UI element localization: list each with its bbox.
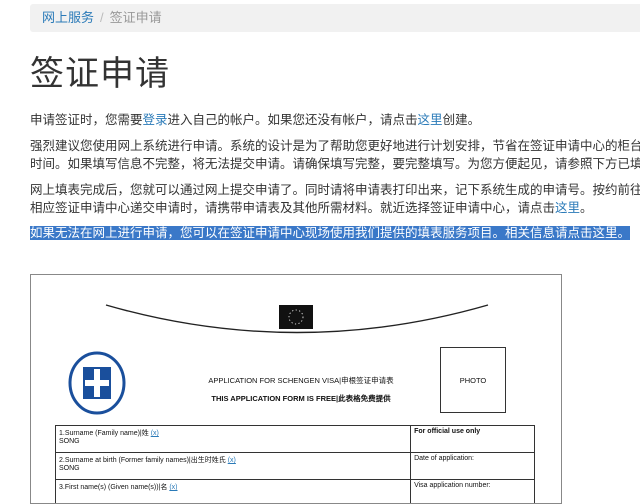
breadcrumb-current: 签证申请 (110, 10, 162, 25)
form-field-help-link[interactable]: (x) (228, 457, 236, 464)
create-account-link[interactable]: 这里 (418, 113, 443, 127)
form-field-label: 3.First name(s) (Given name(s))|名 (59, 484, 167, 491)
form-official-cell: Visa application number: (411, 480, 535, 504)
form-field-cell: 3.First name(s) (Given name(s))|名 (x) (56, 480, 411, 504)
page-title: 签证申请 (30, 46, 170, 95)
submission-text: 网上填表完成后，您就可以通过网上提交申请了。同时请将申请表打印出来，记下系统生成… (30, 183, 640, 215)
form-template-preview[interactable]: APPLICATION FOR SCHENGEN VISA|申根签证申请表 TH… (30, 274, 562, 504)
intro-text-after: 创建。 (443, 113, 481, 127)
form-free-notice: THIS APPLICATION FORM IS FREE|此表格免费提供 (171, 393, 431, 404)
breadcrumb: 网上服务 / 签证申请 (30, 4, 640, 32)
table-row: 2.Surname at birth (Former family names)… (56, 453, 535, 480)
form-field-value: SONG (59, 438, 80, 445)
table-row: 3.First name(s) (Given name(s))|名 (x) Vi… (56, 480, 535, 504)
form-official-cell: For official use only (411, 426, 535, 453)
form-field-label: 1.Surname (Family name)|姓 (59, 430, 149, 437)
assisted-service-text[interactable]: 如果无法在网上进行申请，您可以在签证申请中心现场使用我们提供的填表服务项目。相关… (30, 226, 630, 240)
login-link[interactable]: 登录 (143, 113, 168, 127)
form-title: APPLICATION FOR SCHENGEN VISA|申根签证申请表 (171, 375, 431, 386)
form-official-cell: Date of application: (411, 453, 535, 480)
form-field-label: 2.Surname at birth (Former family names)… (59, 457, 226, 464)
form-field-help-link[interactable]: (x) (169, 484, 177, 491)
form-field-cell: 2.Surname at birth (Former family names)… (56, 453, 411, 480)
recommendation-text: 强烈建议您使用网上系统进行申请。系统的设计是为了帮助您更好地进行计划安排，节省在… (30, 139, 640, 173)
intro-text-before: 申请签证时，您需要 (30, 113, 143, 127)
visa-center-link[interactable]: 这里 (555, 201, 580, 215)
form-field-cell: 1.Surname (Family name)|姓 (x) SONG (56, 426, 411, 453)
greek-emblem-icon (67, 347, 127, 415)
table-row: 1.Surname (Family name)|姓 (x) SONG For o… (56, 426, 535, 453)
form-field-value: SONG (59, 465, 80, 472)
assisted-service-paragraph: 如果无法在网上进行申请，您可以在签证申请中心现场使用我们提供的填表服务项目。相关… (30, 224, 630, 242)
breadcrumb-home-link[interactable]: 网上服务 (42, 10, 94, 25)
form-fields-table: 1.Surname (Family name)|姓 (x) SONG For o… (55, 425, 535, 504)
submission-text-after: 。 (580, 201, 593, 215)
breadcrumb-separator: / (100, 10, 104, 25)
intro-paragraph: 申请签证时，您需要登录进入自己的帐户。如果您还没有帐户，请点击这里创建。 (30, 111, 640, 129)
form-field-help-link[interactable]: (x) (151, 430, 159, 437)
eu-flag-icon (279, 305, 313, 329)
intro-text-middle: 进入自己的帐户。如果您还没有帐户，请点击 (168, 113, 418, 127)
photo-box: PHOTO (440, 347, 506, 413)
submission-paragraph: 网上填表完成后，您就可以通过网上提交申请了。同时请将申请表打印出来，记下系统生成… (30, 181, 640, 217)
recommendation-paragraph: 强烈建议您使用网上系统进行申请。系统的设计是为了帮助您更好地进行计划安排，节省在… (30, 137, 640, 173)
